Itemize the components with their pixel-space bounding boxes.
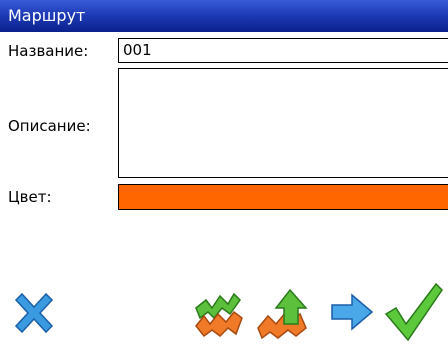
reverse-route-button[interactable] [190, 286, 246, 342]
name-field[interactable]: 001 [118, 38, 448, 63]
description-label: Описание: [8, 117, 91, 135]
zigzag-arrows-icon [195, 292, 243, 338]
checkmark-icon [384, 282, 443, 342]
cancel-button[interactable] [8, 288, 60, 340]
window-title: Маршрут [0, 0, 448, 32]
color-picker[interactable] [118, 184, 448, 210]
next-button[interactable] [330, 292, 374, 332]
color-label: Цвет: [8, 188, 52, 206]
arrow-right-icon [331, 293, 374, 331]
up-arrow-zigzag-icon [257, 288, 308, 340]
ok-button[interactable] [382, 280, 444, 342]
description-field[interactable] [118, 68, 448, 178]
close-icon [14, 292, 54, 334]
name-label: Название: [8, 42, 89, 60]
route-upload-button[interactable] [254, 284, 312, 342]
